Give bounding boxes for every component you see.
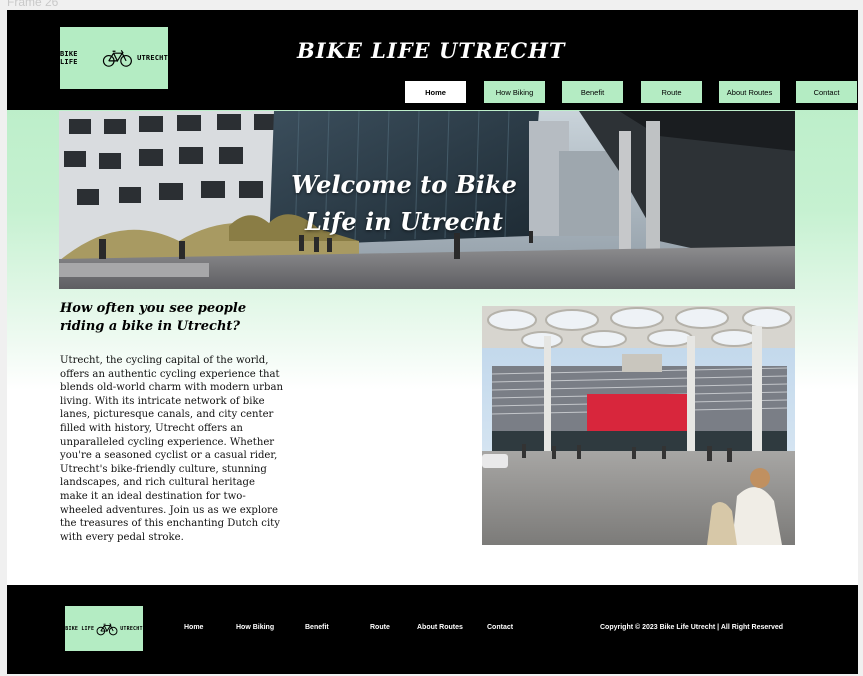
footer-link-benefit[interactable]: Benefit <box>305 624 329 631</box>
bicycle-icon <box>103 49 133 67</box>
nav-contact[interactable]: Contact <box>795 80 858 104</box>
hero-banner: Welcome to Bike Life in Utrecht <box>59 111 795 289</box>
hero-title-line2: Life in Utrecht <box>305 207 503 236</box>
nav-route[interactable]: Route <box>640 80 703 104</box>
footer-logo[interactable]: BIKE LIFE UTRECHT <box>65 606 143 651</box>
footer-logo-text-left: BIKE LIFE <box>65 625 95 632</box>
nav-about-routes[interactable]: About Routes <box>718 80 781 104</box>
logo-text-left: BIKE LIFE <box>60 50 78 66</box>
footer-link-contact[interactable]: Contact <box>487 624 513 631</box>
footer-logo-text-right: UTRECHT <box>120 625 143 632</box>
station-image <box>482 306 795 545</box>
footer-link-how-biking[interactable]: How Biking <box>236 624 274 631</box>
station-photo <box>482 306 795 545</box>
site-header: BIKE LIFE UTRECHT BIKE LIFE UTRECHT Home… <box>7 10 858 110</box>
site-title: BIKE LIFE UTRECHT <box>297 38 566 63</box>
copyright-text: Copyright © 2023 Bike Life Utrecht | All… <box>600 624 784 631</box>
hero-title: Welcome to Bike Life in Utrecht <box>59 166 749 240</box>
nav-benefit[interactable]: Benefit <box>561 80 624 104</box>
header-logo[interactable]: BIKE LIFE UTRECHT <box>60 27 168 89</box>
footer-bicycle-icon <box>96 622 118 635</box>
page-frame: BIKE LIFE UTRECHT BIKE LIFE UTRECHT Home… <box>7 10 858 674</box>
hero-title-line1: Welcome to Bike <box>291 170 517 199</box>
footer-link-route[interactable]: Route <box>370 624 390 631</box>
site-footer: BIKE LIFE UTRECHT Home How Biking Benefi… <box>7 585 858 674</box>
section-heading: How often you see people riding a bike i… <box>60 301 247 334</box>
footer-link-about-routes[interactable]: About Routes <box>417 624 463 631</box>
frame-label: Frame 26 <box>7 0 59 9</box>
logo-text-right: UTRECHT <box>137 54 168 62</box>
nav-home[interactable]: Home <box>404 80 467 104</box>
nav-how-biking[interactable]: How Biking <box>483 80 546 104</box>
intro-paragraph: Utrecht, the cycling capital of the worl… <box>60 355 283 543</box>
footer-link-home[interactable]: Home <box>184 624 203 631</box>
